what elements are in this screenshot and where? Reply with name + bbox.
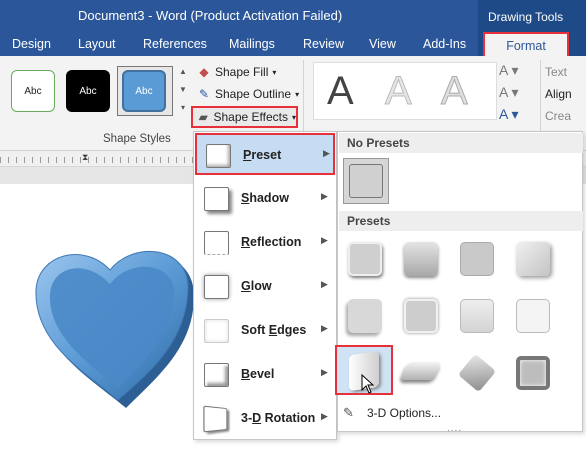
- submenu-arrow-icon: ▶: [321, 279, 328, 289]
- create-link-button[interactable]: Crea: [545, 109, 571, 123]
- shape-effects-label: Shape Effects: [213, 110, 288, 124]
- paint-bucket-icon: ◆: [199, 65, 209, 79]
- pen-icon: ✎: [198, 87, 210, 101]
- tab-layout[interactable]: Layout: [78, 37, 116, 51]
- submenu-arrow-icon: ▶: [321, 411, 328, 421]
- 3d-options-icon: ✎: [343, 405, 354, 420]
- mouse-cursor-icon: [361, 374, 375, 394]
- presets-header: Presets: [339, 211, 583, 231]
- preset-8-icon: [516, 299, 550, 333]
- preset-11-icon: [457, 353, 497, 393]
- preset-option-4[interactable]: [512, 238, 552, 278]
- dropdown-arrow-icon: ▾: [291, 112, 296, 122]
- preset-5-icon: [348, 299, 382, 333]
- shadow-icon: [204, 187, 229, 211]
- preset-option-5[interactable]: [344, 295, 384, 335]
- text-outline-icon[interactable]: A ▾: [499, 84, 539, 101]
- text-fill-icon[interactable]: A ▾: [499, 62, 539, 79]
- reflection-icon: [204, 231, 229, 255]
- heart-shape[interactable]: [30, 238, 202, 416]
- preset-12-icon: [516, 356, 550, 390]
- gallery-more-icon[interactable]: ▾: [176, 99, 190, 117]
- wordart-commands: A ▾ A ▾ A ▾: [499, 62, 539, 132]
- tab-design[interactable]: Design: [12, 37, 51, 51]
- shape-fill-label: Shape Fill: [215, 65, 269, 79]
- no-preset-option[interactable]: [343, 158, 389, 204]
- 3d-options-label: 3-D Options...: [367, 406, 442, 420]
- menu-item-shadow[interactable]: Shadow ▶: [195, 178, 335, 220]
- wordart-style-1[interactable]: A: [327, 69, 354, 114]
- tab-references[interactable]: References: [143, 37, 207, 51]
- tab-review[interactable]: Review: [303, 37, 344, 51]
- preset-option-3[interactable]: [456, 238, 496, 278]
- tab-mailings[interactable]: Mailings: [229, 37, 275, 51]
- submenu-arrow-icon: ▶: [321, 367, 328, 377]
- align-text-button[interactable]: Align: [545, 87, 572, 101]
- indent-marker-icon[interactable]: ⧗: [82, 152, 88, 163]
- tab-view[interactable]: View: [369, 37, 396, 51]
- preset-icon: [206, 144, 231, 168]
- 3d-rotation-icon: [203, 405, 228, 433]
- shape-fill-button[interactable]: ◆ Shape Fill ▾: [197, 62, 276, 82]
- text-effects-icon[interactable]: A ▾: [499, 106, 539, 123]
- tab-add-ins[interactable]: Add-Ins: [423, 37, 466, 51]
- menu-item-preset[interactable]: Preset ▶: [195, 133, 335, 175]
- preset-option-7[interactable]: [456, 295, 496, 335]
- preset-4-icon: [516, 242, 550, 276]
- gallery-up-icon[interactable]: ▲: [176, 63, 190, 81]
- submenu-arrow-icon: ▶: [323, 148, 330, 158]
- dropdown-arrow-icon: ▾: [295, 89, 300, 99]
- preset-7-icon: [460, 299, 494, 333]
- preset-2-icon: [404, 242, 438, 276]
- preset-option-2[interactable]: [400, 238, 440, 278]
- text-direction-button[interactable]: Text: [545, 65, 567, 79]
- menu-item-reflection[interactable]: Reflection ▶: [195, 222, 335, 264]
- 3d-options-item[interactable]: ✎ 3-D Options...: [339, 403, 581, 425]
- resize-grip-icon[interactable]: ....: [447, 423, 462, 434]
- drawing-tools-context-label: Drawing Tools: [478, 0, 586, 34]
- menu-item-3d-rotation[interactable]: 3-D Rotation ▶: [195, 398, 335, 440]
- no-preset-icon: [349, 164, 383, 198]
- preset-6-icon: [404, 299, 438, 333]
- preset-3-icon: [460, 242, 494, 276]
- tab-format[interactable]: Format: [483, 32, 569, 59]
- shape-effects-icon: ▰: [198, 110, 208, 124]
- bevel-icon: [204, 363, 229, 387]
- window-title: Document3 - Word (Product Activation Fai…: [78, 8, 343, 23]
- shape-outline-label: Shape Outline: [215, 87, 292, 101]
- preset-option-8[interactable]: [512, 295, 552, 335]
- shape-style-swatch-blue[interactable]: Abc: [122, 70, 166, 112]
- soft-edges-icon: [204, 319, 229, 343]
- shape-styles-group-label: Shape Styles: [103, 133, 171, 145]
- preset-10-icon: [399, 362, 443, 380]
- glow-icon: [204, 275, 229, 299]
- shape-effects-menu: Preset ▶ Shadow ▶ Reflection ▶ Glow ▶ So…: [193, 131, 337, 440]
- shape-effects-button[interactable]: ▰ Shape Effects ▾: [191, 106, 298, 128]
- preset-option-1[interactable]: [344, 238, 384, 278]
- wordart-gallery: A A A: [313, 62, 497, 120]
- group-separator: [540, 60, 541, 140]
- submenu-arrow-icon: ▶: [321, 235, 328, 245]
- preset-option-11[interactable]: [456, 352, 497, 393]
- menu-item-bevel[interactable]: Bevel ▶: [195, 354, 335, 396]
- preset-1-icon: [348, 242, 382, 276]
- style-gallery-scroll: ▲ ▼ ▾: [176, 63, 190, 119]
- dropdown-arrow-icon: ▾: [272, 67, 277, 77]
- wordart-style-3[interactable]: A: [441, 69, 469, 114]
- shape-style-swatch-white[interactable]: Abc: [11, 70, 55, 112]
- submenu-arrow-icon: ▶: [321, 323, 328, 333]
- gallery-down-icon[interactable]: ▼: [176, 81, 190, 99]
- preset-option-6[interactable]: [400, 295, 440, 335]
- preset-option-12[interactable]: [512, 352, 552, 392]
- ruler-ticks: [0, 157, 195, 163]
- shape-style-swatch-black[interactable]: Abc: [66, 70, 110, 112]
- shape-outline-button[interactable]: ✎ Shape Outline ▾: [197, 84, 299, 104]
- wordart-style-2[interactable]: A: [385, 69, 413, 114]
- no-presets-header: No Presets: [339, 133, 583, 153]
- submenu-arrow-icon: ▶: [321, 191, 328, 201]
- preset-option-10[interactable]: [399, 352, 443, 392]
- menu-item-soft-edges[interactable]: Soft Edges ▶: [195, 310, 335, 352]
- menu-item-glow[interactable]: Glow ▶: [195, 266, 335, 308]
